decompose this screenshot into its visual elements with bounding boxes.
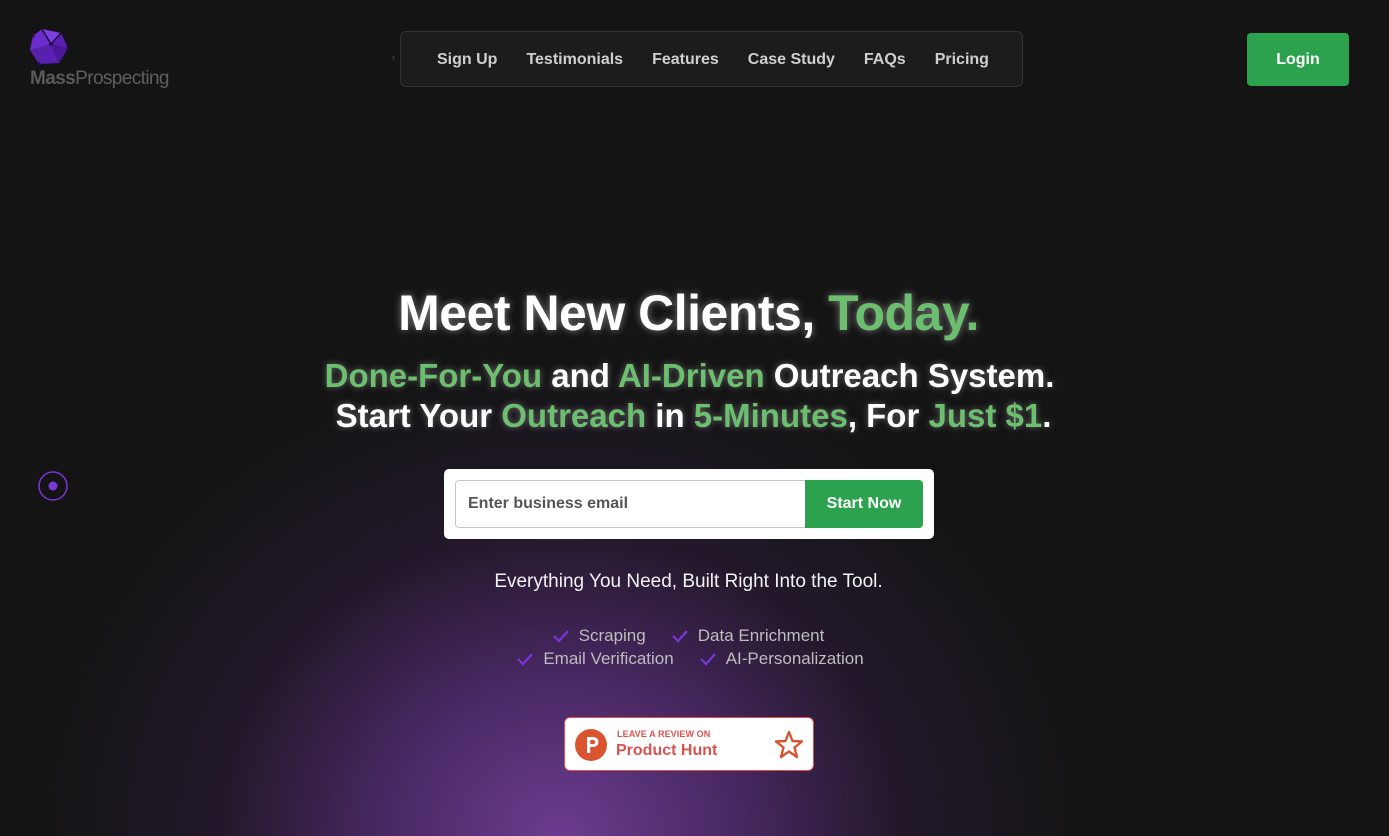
nav-item-faqs[interactable]: FAQs [864,51,906,69]
sub2-green-2: 5-Minutes [693,397,848,434]
sub2-white-2: in [646,397,694,434]
check-icon [517,653,534,666]
check-icon [699,653,716,666]
hero-title-white: Meet New Clients, [398,285,829,341]
hero-subtitle-line-1: Done-For-You and AI-Driven Outreach Syst… [0,357,1384,395]
logo-wordmark: MassProspecting [30,68,169,90]
main-nav: › Sign Up Testimonials Features Case Stu… [392,31,1023,88]
start-now-button[interactable]: Start Now [805,480,923,528]
nav-item-pricing[interactable]: Pricing [935,51,989,69]
feature-label: Scraping [578,626,646,645]
sub1-green-2: AI-Driven [617,357,765,394]
business-email-input[interactable] [455,480,810,528]
hero-subtitle-line-2: Start Your Outreach in 5-Minutes, For Ju… [0,397,1388,435]
sub1-white-2: Outreach System. [764,357,1055,394]
product-hunt-badge[interactable]: LEAVE A REVIEW ON Product Hunt [564,717,814,771]
check-icon [671,630,688,643]
logo[interactable]: MassProspecting [29,28,189,92]
logo-text-bold: Mass [30,68,76,89]
sub1-white-1: and [542,357,618,394]
radio-indicator-icon[interactable] [38,471,68,501]
landing-page: MassProspecting › Sign Up Testimonials F… [0,0,1389,836]
feature-scraping: Scraping [552,626,646,646]
product-hunt-p-icon [575,729,607,761]
features-row-1: Scraping Data Enrichment [0,626,1383,646]
check-icon [552,630,569,643]
product-hunt-small-text: LEAVE A REVIEW ON [617,729,711,739]
product-hunt-big-text: Product Hunt [616,742,718,759]
login-button[interactable]: Login [1247,33,1349,86]
tagline: Everything You Need, Built Right Into th… [494,571,883,592]
features-row-2: Email Verification AI-Personalization [0,649,1385,669]
sub2-white-3: , For [847,397,929,434]
star-icon [774,730,804,759]
nav-item-testimonials[interactable]: Testimonials [526,51,623,69]
feature-ai-personalization: AI-Personalization [699,649,864,669]
nav-item-case-study[interactable]: Case Study [748,51,835,69]
feature-label: AI-Personalization [725,649,864,668]
hero-title: Meet New Clients, Today. [0,284,1383,342]
logo-text-light: Prospecting [75,68,169,89]
feature-email-verification: Email Verification [517,649,674,669]
chevron-right-icon: › [392,52,395,62]
feature-data-enrichment: Data Enrichment [671,626,825,646]
polyhedron-logo-icon [30,28,69,66]
sub2-green-3: Just $1 [928,397,1043,434]
sub2-white-1: Start Your [335,397,502,434]
sub2-green-1: Outreach [501,397,647,434]
sub1-green-1: Done-For-You [324,357,543,394]
sub2-white-4: . [1042,397,1052,434]
feature-label: Email Verification [543,649,674,668]
nav-item-features[interactable]: Features [652,51,719,69]
feature-label: Data Enrichment [697,626,825,645]
nav-item-sign-up[interactable]: Sign Up [437,51,497,69]
hero-title-green: Today. [828,285,979,341]
nav-items: Sign Up Testimonials Features Case Study… [437,32,989,88]
